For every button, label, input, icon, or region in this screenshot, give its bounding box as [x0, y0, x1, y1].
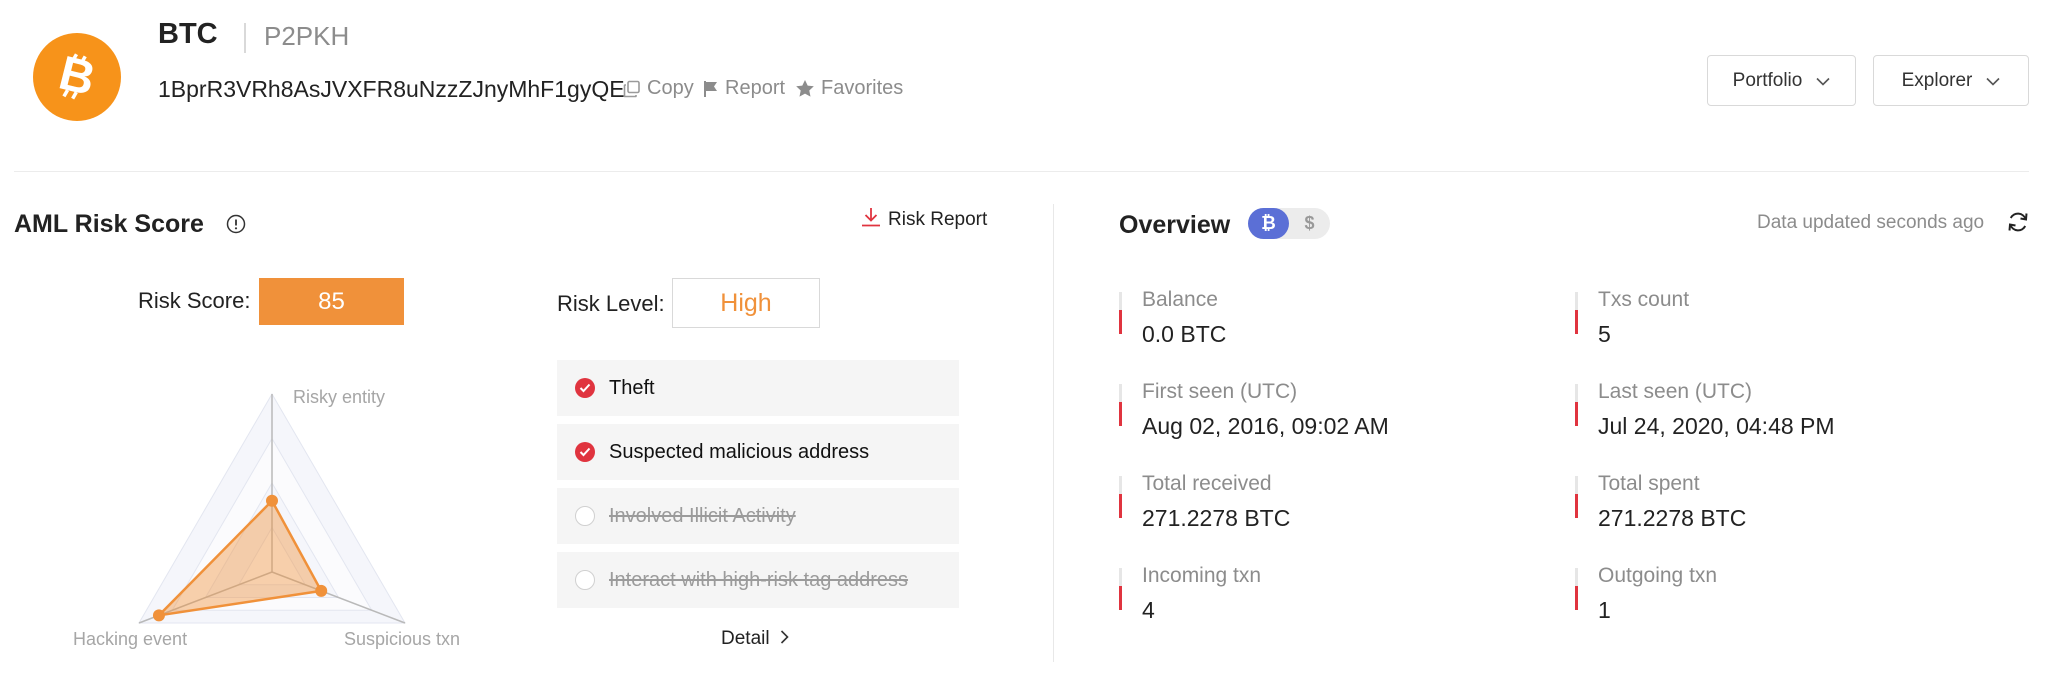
portfolio-label: Portfolio — [1732, 69, 1803, 91]
risk-tag-item: Suspected malicious address — [557, 424, 959, 480]
risk-score-label: Risk Score: — [138, 288, 251, 313]
favorites-button[interactable]: Favorites — [795, 77, 903, 100]
stat-value: 1 — [1598, 597, 1611, 623]
stat-marker — [1575, 310, 1578, 334]
stat-outgoing-txn: Outgoing txn 1 — [1575, 564, 1995, 626]
stat-label: Total spent — [1598, 472, 1700, 495]
aml-section-title: AML Risk Score — [14, 210, 204, 238]
section-divider — [1053, 204, 1054, 662]
stat-marker — [1575, 494, 1578, 518]
stat-label: Incoming txn — [1142, 564, 1262, 587]
radar-point-suspicious-txn — [315, 584, 328, 597]
check-icon — [575, 442, 595, 462]
stat-label: Last seen (UTC) — [1598, 380, 1753, 403]
risk-tag-item: Involved Illicit Activity — [557, 488, 959, 544]
risk-level-value: High — [672, 278, 820, 328]
refresh-icon[interactable] — [2006, 210, 2030, 239]
detail-label: Detail — [721, 628, 770, 649]
radar-point-hacking-event — [152, 609, 165, 622]
download-icon — [860, 206, 882, 234]
radar-label-suspicious-txn: Suspicious txn — [344, 629, 460, 649]
explorer-dropdown[interactable]: Explorer — [1873, 55, 2029, 106]
stat-marker — [1575, 586, 1578, 610]
radar-point-risky-entity — [266, 494, 278, 507]
stat-marker — [1119, 494, 1122, 518]
stat-total-spent: Total spent 271.2278 BTC — [1575, 472, 1995, 534]
stat-label: Total received — [1142, 472, 1272, 495]
wallet-address: 1BprR3VRh8AsJVXFR8uNzzZJnyMhF1gyQE — [158, 76, 625, 102]
title-separator — [244, 23, 246, 53]
stat-value: 271.2278 BTC — [1598, 505, 1747, 531]
risk-level-label: Risk Level: — [557, 291, 665, 316]
stat-label: Outgoing txn — [1598, 564, 1718, 587]
currency-toggle[interactable]: ₿ $ — [1248, 208, 1330, 239]
risk-tag-item: Theft — [557, 360, 959, 416]
unchecked-circle-icon — [575, 506, 595, 526]
risk-tag-label: Involved Illicit Activity — [609, 504, 796, 527]
portfolio-dropdown[interactable]: Portfolio — [1707, 55, 1856, 106]
chevron-down-icon — [1986, 70, 2000, 92]
stat-label: Balance — [1142, 288, 1218, 311]
stat-marker — [1119, 586, 1122, 610]
report-label: Report — [725, 77, 786, 99]
header-divider — [14, 171, 2029, 172]
stat-value: 5 — [1598, 321, 1611, 347]
stat-label: Txs count — [1598, 288, 1690, 311]
coin-name: BTC — [158, 18, 218, 50]
stat-total-received: Total received 271.2278 BTC — [1119, 472, 1539, 534]
risk-tag-item: Interact with high-risk tag address — [557, 552, 959, 608]
star-icon — [795, 79, 815, 98]
explorer-label: Explorer — [1901, 69, 1973, 91]
risk-tag-label: Theft — [609, 376, 655, 399]
favorites-label: Favorites — [821, 77, 904, 99]
chevron-right-icon — [780, 628, 789, 650]
radar-label-risky-entity: Risky entity — [293, 387, 385, 407]
copy-button[interactable]: Copy — [623, 77, 694, 100]
stat-value: Jul 24, 2020, 04:48 PM — [1598, 413, 1835, 439]
stat-marker — [1119, 402, 1122, 426]
chevron-down-icon — [1816, 70, 1830, 92]
overview-title: Overview — [1119, 211, 1231, 239]
svg-text:B: B — [54, 49, 100, 105]
stat-value: 271.2278 BTC — [1142, 505, 1291, 531]
address-type: P2PKH — [264, 21, 350, 51]
bitcoin-logo-icon: B — [33, 33, 121, 121]
risk-score-value: 85 — [259, 278, 404, 325]
stat-incoming-txn: Incoming txn 4 — [1119, 564, 1539, 626]
usd-toggle-option[interactable]: $ — [1289, 208, 1330, 239]
risk-tag-label: Suspected malicious address — [609, 440, 870, 463]
risk-tag-label: Interact with high-risk tag address — [609, 568, 909, 591]
report-button[interactable]: Report — [703, 77, 785, 100]
stat-value: Aug 02, 2016, 09:02 AM — [1142, 413, 1389, 439]
risk-radar-chart: Risky entity Suspicious txn Hacking even… — [73, 387, 460, 649]
stat-balance: Balance 0.0 BTC — [1119, 288, 1539, 350]
stat-txs-count: Txs count 5 — [1575, 288, 1995, 350]
flag-icon — [703, 80, 719, 98]
unchecked-circle-icon — [575, 570, 595, 590]
info-icon[interactable] — [226, 214, 246, 239]
stat-marker — [1119, 310, 1122, 334]
stat-first-seen: First seen (UTC) Aug 02, 2016, 09:02 AM — [1119, 380, 1539, 442]
copy-icon — [623, 80, 641, 98]
check-icon — [575, 378, 595, 398]
risk-report-button[interactable]: Risk Report — [860, 206, 987, 234]
stat-last-seen: Last seen (UTC) Jul 24, 2020, 04:48 PM — [1575, 380, 1995, 442]
stat-marker — [1575, 402, 1578, 426]
risk-report-label: Risk Report — [888, 209, 988, 230]
radar-label-hacking-event: Hacking event — [73, 629, 187, 649]
btc-toggle-option[interactable]: ₿ — [1248, 208, 1289, 239]
detail-link[interactable]: Detail — [721, 628, 789, 650]
stat-value: 4 — [1142, 597, 1155, 623]
stat-label: First seen (UTC) — [1142, 380, 1298, 403]
stat-value: 0.0 BTC — [1142, 321, 1227, 347]
copy-label: Copy — [647, 77, 694, 99]
data-updated-text: Data updated seconds ago — [1757, 212, 1985, 233]
